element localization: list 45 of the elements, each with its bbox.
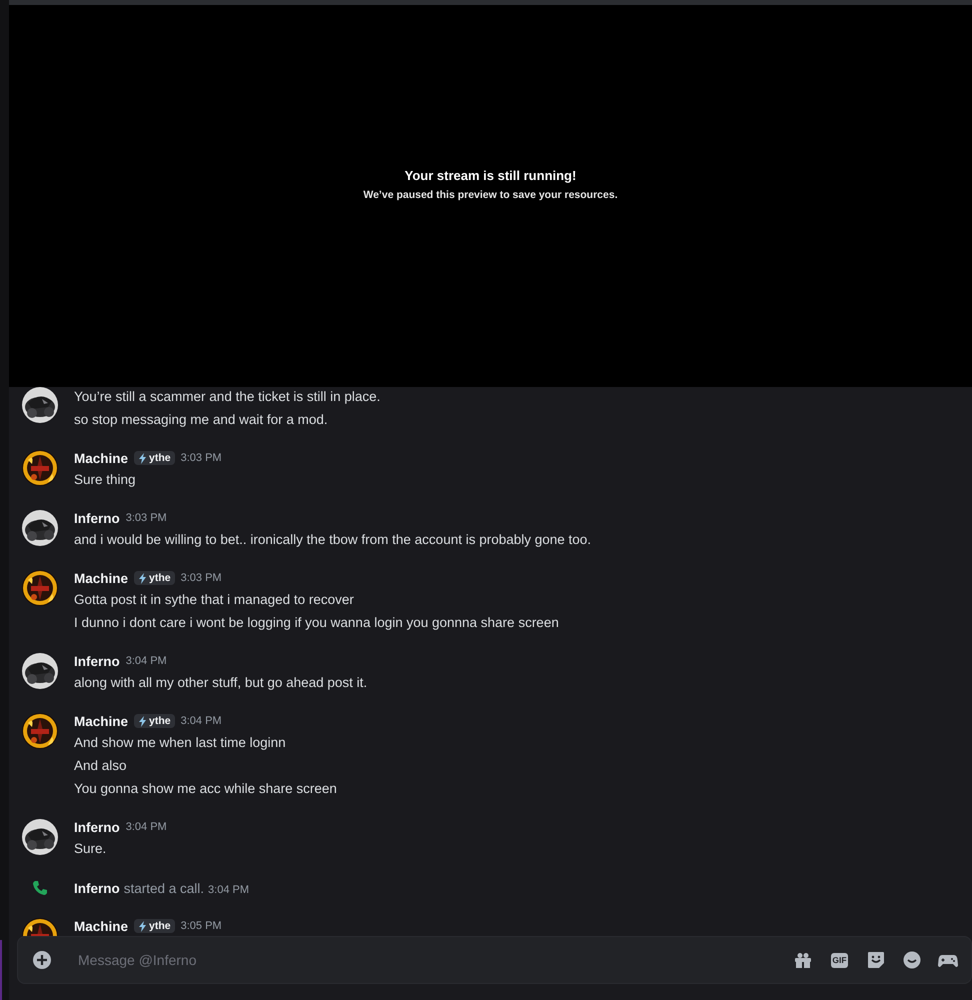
message-field[interactable]: Message @Inferno GIF (17, 936, 972, 984)
server-tag[interactable]: ythe (134, 451, 175, 465)
message-text: And show me when last time loginn (74, 734, 287, 752)
lightning-icon (138, 716, 148, 726)
author-name[interactable]: Machine (74, 714, 128, 728)
message-text: Sure. (74, 840, 108, 858)
message-text: along with all my other stuff, but go ahead post it. (74, 674, 368, 692)
lightning-icon (138, 452, 148, 464)
lightning-icon (138, 572, 148, 584)
author-name[interactable]: Machine (74, 918, 128, 934)
sticker-icon[interactable] (865, 949, 887, 971)
timestamp: 3:03 PM (180, 572, 222, 584)
timestamp: 3:05 PM (180, 920, 222, 932)
call-notice: started a call. (124, 880, 204, 896)
message-text: You’re still a scammer and the ticket is still in place. (74, 388, 380, 406)
message-text: and i would be willing to bet.. ironically the tbow from the account is probably gone too. (74, 531, 592, 549)
author-name[interactable]: Inferno (74, 654, 120, 668)
server-tag[interactable]: ythe (134, 919, 175, 933)
message-text: Gotta post it in sythe that i managed to recover (74, 591, 355, 609)
server-tag[interactable]: ythe (134, 571, 175, 585)
timestamp: 3:04 PM (126, 821, 167, 833)
stream-title: Your stream is still running! (404, 168, 576, 182)
emoji-icon[interactable] (901, 949, 923, 971)
timestamp: 3:03 PM (180, 452, 222, 464)
author-name[interactable]: Machine (74, 450, 128, 466)
timestamp: 3:03 PM (126, 512, 167, 524)
lightning-icon (138, 920, 148, 932)
stream-subtitle: We’ve paused this preview to save your resources. (363, 188, 618, 200)
author-name[interactable]: Inferno (74, 880, 120, 896)
author-name[interactable]: Machine (74, 570, 128, 586)
message-text: so stop messaging me and wait for a mod. (74, 411, 329, 429)
message-text: You gonna show me acc while share screen (74, 780, 337, 798)
message-text: Sure thing (74, 471, 137, 489)
message-text: And also (74, 757, 128, 775)
timestamp: 3:04 PM (208, 884, 250, 896)
timestamp: 3:04 PM (180, 715, 222, 727)
author-name[interactable]: Inferno (74, 510, 120, 526)
message-text: I dunno i dont care i wont be logging if you wanna login you gonnna share screen (74, 614, 559, 632)
server-tag[interactable]: ythe (134, 714, 175, 728)
author-name[interactable]: Inferno (74, 820, 120, 834)
message-input[interactable]: Message @Inferno (76, 951, 792, 969)
gif-button[interactable]: GIF (831, 952, 848, 968)
timestamp: 3:04 PM (126, 655, 167, 667)
plus-icon[interactable] (32, 950, 52, 970)
phone-icon (32, 880, 48, 896)
